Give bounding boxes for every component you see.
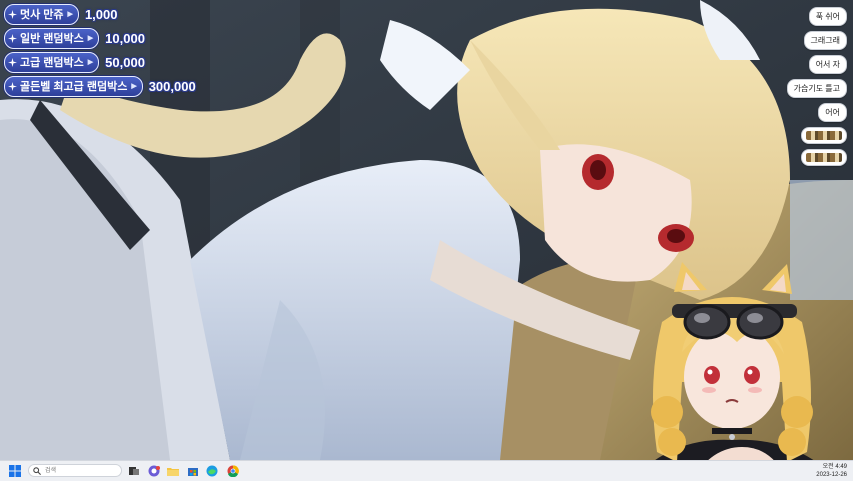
price-pill: 고급 랜덤박스 ▶ [4, 51, 100, 73]
chevron-right-icon: ▶ [131, 83, 137, 90]
price-row: 멋사 만쥬 ▶ 1,000 [4, 2, 196, 26]
chat-message: 그래그래 [803, 31, 847, 50]
price-label: 고급 랜덤박스 [20, 57, 84, 69]
chrome-icon[interactable] [227, 465, 239, 477]
search-input[interactable] [45, 465, 115, 476]
chat-emote-message [801, 149, 847, 166]
price-pill: 골든벨 최고급 랜덤박스 ▶ [4, 75, 143, 97]
donation-price-list: 멋사 만쥬 ▶ 1,000 일반 랜덤박스 ▶ 10,000 고급 랜덤박스 ▶… [4, 2, 196, 98]
emote-icon [806, 153, 842, 162]
price-value: 1,000 [84, 6, 118, 22]
store-icon[interactable] [187, 465, 199, 477]
chat-message: 가습기도 틀고 [786, 79, 847, 98]
price-value: 50,000 [105, 54, 145, 70]
price-value: 300,000 [148, 78, 196, 94]
emote-icon [806, 131, 842, 140]
chat-app-icon[interactable] [148, 465, 160, 477]
taskbar: 오전 4:49 2023-12-26 [0, 460, 853, 481]
chat-message: 어서 자 [808, 55, 847, 74]
price-row: 일반 랜덤박스 ▶ 10,000 [4, 26, 196, 50]
windows-start-icon[interactable] [9, 465, 21, 477]
edge-icon[interactable] [206, 465, 218, 477]
search-icon [33, 466, 41, 475]
sparkle-icon [8, 33, 17, 43]
sparkle-icon [8, 57, 17, 67]
price-label: 일반 랜덤박스 [20, 33, 84, 45]
chevron-right-icon: ▶ [87, 59, 94, 66]
chat-message: 푹 쉬어 [808, 7, 847, 26]
clock-date: 2023-12-26 [816, 472, 847, 478]
price-pill: 일반 랜덤박스 ▶ [4, 27, 100, 49]
chevron-right-icon: ▶ [67, 11, 73, 18]
chat-emote-message [801, 127, 847, 144]
chat-message: 어어 [818, 103, 847, 122]
vtuber-avatar [632, 262, 837, 480]
price-row: 골든벨 최고급 랜덤박스 ▶ 300,000 [4, 74, 196, 98]
price-row: 고급 랜덤박스 ▶ 50,000 [4, 50, 196, 74]
price-pill: 멋사 만쥬 ▶ [4, 3, 79, 25]
price-value: 10,000 [105, 30, 145, 46]
price-label: 골든벨 최고급 랜덤박스 [20, 81, 128, 93]
price-label: 멋사 만쥬 [20, 9, 64, 21]
sparkle-icon [8, 9, 17, 19]
sparkle-icon [8, 81, 17, 91]
taskbar-search[interactable] [28, 464, 122, 477]
file-explorer-icon[interactable] [167, 465, 179, 477]
chevron-right-icon: ▶ [87, 35, 94, 42]
system-clock[interactable]: 오전 4:49 2023-12-26 [816, 463, 847, 479]
clock-time: 오전 4:49 [822, 464, 847, 470]
task-view-icon[interactable] [128, 465, 140, 477]
chat-overlay: 푹 쉬어 그래그래 어서 자 가습기도 틀고 어어 [786, 7, 847, 166]
